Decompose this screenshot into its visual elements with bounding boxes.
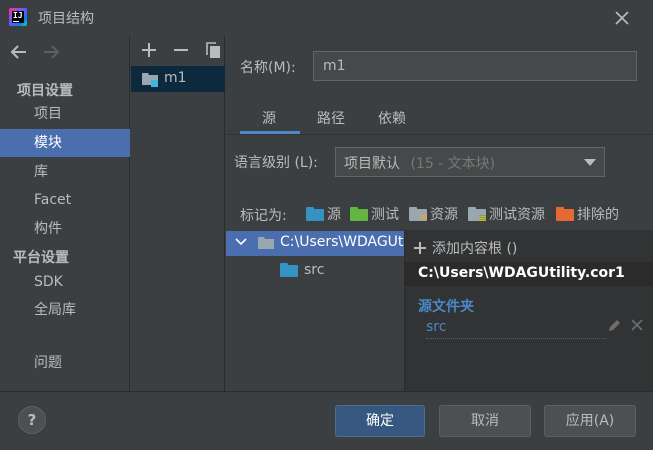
nav-item-problems[interactable]: 问题 xyxy=(0,349,130,377)
tab-paths[interactable]: 路径 xyxy=(317,108,345,134)
nav-section-project-settings: 项目设置 xyxy=(17,83,73,99)
intellij-logo-icon: IJ xyxy=(9,8,27,26)
test-resources-folder-icon xyxy=(468,207,486,221)
add-content-root-button[interactable]: 添加内容根 () xyxy=(414,238,517,258)
module-folder-icon xyxy=(141,71,159,91)
close-icon[interactable] xyxy=(630,318,644,332)
tabs-divider xyxy=(226,134,653,135)
nav-item-global-libraries[interactable]: 全局库 xyxy=(0,296,130,324)
module-name: m1 xyxy=(164,70,187,86)
mark-sources-button[interactable]: 源 xyxy=(306,204,341,224)
content-root-path-bar: C:\Users\WDAGUtility.cor1 xyxy=(405,262,653,286)
mark-test-resources-button[interactable]: 测试资源 xyxy=(468,204,545,224)
nav-item-project[interactable]: 项目 xyxy=(0,100,130,128)
source-folders-title: 源文件夹 xyxy=(418,299,474,315)
remove-icon[interactable] xyxy=(171,40,191,60)
mark-as-label: 标记为: xyxy=(240,208,287,224)
tree-row-src[interactable]: src xyxy=(280,260,324,280)
add-content-root-label: 添加内容根 () xyxy=(432,241,518,257)
module-row[interactable]: m1 xyxy=(131,66,225,92)
edit-icon[interactable] xyxy=(606,318,622,334)
mark-tests-label: 测试 xyxy=(371,207,399,223)
excluded-folder-icon xyxy=(556,207,574,221)
source-folder-entry[interactable]: src xyxy=(426,319,606,339)
mark-excluded-label: 排除的 xyxy=(577,207,619,223)
tree-row-root[interactable]: C:\Users\WDAGUtilityAccount xyxy=(226,231,404,256)
nav-section-platform-settings: 平台设置 xyxy=(13,250,69,266)
tests-folder-icon xyxy=(350,207,368,221)
module-name-input[interactable] xyxy=(313,51,637,81)
nav-item-modules[interactable]: 模块 xyxy=(0,129,130,157)
language-level-label: 语言级别 (L): xyxy=(234,155,318,171)
chevron-down-icon xyxy=(584,159,596,166)
nav-item-artifacts[interactable]: 构件 xyxy=(0,215,130,243)
tree-src-label: src xyxy=(304,262,325,278)
window-title: 项目结构 xyxy=(38,11,94,27)
mark-sources-label: 源 xyxy=(327,207,341,223)
mark-resources-label: 资源 xyxy=(430,207,458,223)
tab-dependencies[interactable]: 依赖 xyxy=(378,108,406,134)
tree-root-label: C:\Users\WDAGUtilityAccount xyxy=(280,234,404,250)
language-level-hint: (15 - 文本块) xyxy=(410,156,496,172)
language-level-value: 项目默认 xyxy=(344,156,400,172)
chevron-down-icon xyxy=(234,235,248,253)
nav-item-libraries[interactable]: 库 xyxy=(0,158,130,186)
help-button[interactable]: ? xyxy=(18,406,46,434)
title-bar xyxy=(0,0,653,36)
plus-icon xyxy=(414,242,426,254)
resources-folder-icon xyxy=(409,207,427,221)
folder-icon xyxy=(257,236,275,254)
back-arrow-icon[interactable] xyxy=(8,42,30,62)
content-root-path: C:\Users\WDAGUtility.cor1 xyxy=(418,265,625,281)
close-icon[interactable] xyxy=(612,8,632,28)
ok-button[interactable]: 确定 xyxy=(335,405,425,437)
forward-arrow-icon[interactable] xyxy=(40,42,62,62)
nav-item-facets[interactable]: Facet xyxy=(0,186,130,214)
add-icon[interactable] xyxy=(139,40,159,60)
apply-button[interactable]: 应用(A) xyxy=(544,405,636,437)
language-level-select[interactable]: 项目默认 (15 - 文本块) xyxy=(335,147,605,177)
mark-resources-button[interactable]: 资源 xyxy=(409,204,458,224)
mark-excluded-button[interactable]: 排除的 xyxy=(556,204,619,224)
mark-test-resources-label: 测试资源 xyxy=(489,207,545,223)
sources-folder-icon xyxy=(306,207,324,221)
copy-icon[interactable] xyxy=(203,40,223,60)
nav-item-sdk[interactable]: SDK xyxy=(0,268,130,296)
cancel-button[interactable]: 取消 xyxy=(439,405,531,437)
mark-tests-button[interactable]: 测试 xyxy=(350,204,399,224)
sources-folder-icon xyxy=(280,263,298,277)
name-label: 名称(M): xyxy=(240,60,296,76)
